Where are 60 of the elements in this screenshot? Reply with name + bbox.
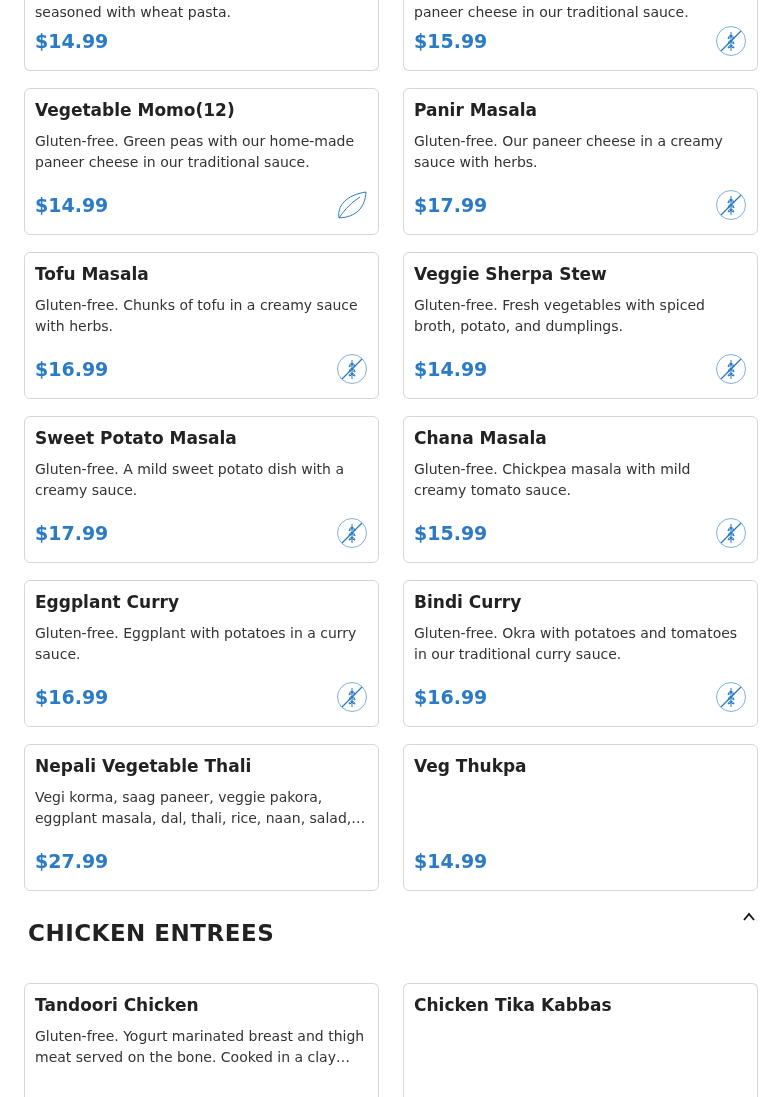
item-name: Tofu Masala: [35, 263, 150, 286]
menu-item-card[interactable]: Bindi Curry Gluten-free. Okra with potatoes and tomatoes in our traditional curry sauce. $16.99: [403, 580, 758, 727]
item-price: $14.99: [35, 28, 109, 54]
item-description: Gluten-free. Chickpea masala with mild creamy tomato sauce.: [414, 460, 692, 500]
menu-item-card[interactable]: Tofu Masala Gluten-free. Chunks of tofu in a creamy sauce with herbs. $16.99: [24, 252, 379, 399]
item-price: $15.99: [414, 520, 488, 546]
item-name: Veggie Sherpa Stew: [414, 263, 608, 286]
item-price: $17.99: [414, 192, 488, 218]
item-price: $14.99: [414, 356, 488, 382]
item-name: Tandoori Chicken: [35, 994, 200, 1017]
gluten-free-icon: [715, 681, 747, 713]
menu-item-card[interactable]: paneer cheese in our traditional sauce. $15.99: [403, 0, 758, 71]
item-price: $16.99: [35, 684, 109, 710]
item-description: Gluten-free. A mild sweet potato dish with a creamy sauce.: [35, 460, 345, 500]
menu-item-card[interactable]: Chicken Tika Kabbas: [403, 983, 758, 1097]
menu-item-card[interactable]: seasoned with wheat pasta. $14.99: [24, 0, 379, 71]
gluten-free-icon: [715, 189, 747, 221]
item-description: Gluten-free. Green peas with our home-made paneer cheese in our traditional sauce.: [35, 132, 356, 172]
item-description: Vegi korma, saag paneer, veggie pakora, eggplant masala, dal, thali, rice, naan, salad,…: [35, 788, 367, 828]
item-description: Gluten-free. Chunks of tofu in a creamy sauce with herbs.: [35, 296, 359, 336]
item-name: Vegetable Momo(12): [35, 99, 236, 122]
item-price: $14.99: [35, 192, 109, 218]
menu-item-card[interactable]: Vegetable Momo(12) Gluten-free. Green peas with our home-made paneer cheese in our traditional sauce. $14.99: [24, 88, 379, 235]
menu-item-card[interactable]: Sweet Potato Masala Gluten-free. A mild sweet potato dish with a creamy sauce. $17.99: [24, 416, 379, 563]
item-price: $27.99: [35, 848, 109, 874]
item-name: Veg Thukpa: [414, 755, 528, 778]
menu-item-card[interactable]: Eggplant Curry Gluten-free. Eggplant with potatoes in a curry sauce. $16.99: [24, 580, 379, 727]
menu-item-card[interactable]: Veggie Sherpa Stew Gluten-free. Fresh vegetables with spiced broth, potato, and dumplings. $14.99: [403, 252, 758, 399]
item-price: $17.99: [35, 520, 109, 546]
item-description: paneer cheese in our traditional sauce.: [414, 3, 690, 22]
menu-item-card[interactable]: Panir Masala Gluten-free. Our paneer cheese in a creamy sauce with herbs. $17.99: [403, 88, 758, 235]
gluten-free-icon: [715, 517, 747, 549]
section-title: CHICKEN ENTREES: [28, 918, 275, 948]
gluten-free-icon: [715, 25, 747, 57]
menu-item-card[interactable]: Veg Thukpa $14.99: [403, 744, 758, 891]
item-description: Gluten-free. Eggplant with potatoes in a curry sauce.: [35, 624, 358, 664]
item-name: Sweet Potato Masala: [35, 427, 238, 450]
item-price: $16.99: [414, 684, 488, 710]
item-price: $16.99: [35, 356, 109, 382]
item-name: Nepali Vegetable Thali: [35, 755, 253, 778]
item-description: Gluten-free. Our paneer cheese in a creamy sauce with herbs.: [414, 132, 724, 172]
gluten-free-icon: [336, 353, 368, 385]
item-price: $15.99: [414, 28, 488, 54]
item-description: Gluten-free. Okra with potatoes and tomatoes in our traditional curry sauce.: [414, 624, 739, 664]
item-name: Chicken Tika Kabbas: [414, 994, 613, 1017]
gluten-free-icon: [336, 681, 368, 713]
item-name: Panir Masala: [414, 99, 538, 122]
item-name: Bindi Curry: [414, 591, 523, 614]
item-description: Gluten-free. Fresh vegetables with spiced broth, potato, and dumplings.: [414, 296, 706, 336]
item-name: Eggplant Curry: [35, 591, 180, 614]
item-description: Gluten-free. Yogurt marinated breast and thigh meat served on the bone. Cooked in a clay…: [35, 1027, 366, 1067]
menu-item-card[interactable]: Chana Masala Gluten-free. Chickpea masala with mild creamy tomato sauce. $15.99: [403, 416, 758, 563]
menu-item-card[interactable]: Tandoori Chicken Gluten-free. Yogurt marinated breast and thigh meat served on the bone. Cooked in a clay…: [24, 983, 379, 1097]
leaf-icon: [336, 190, 368, 220]
item-description: seasoned with wheat pasta.: [35, 3, 233, 22]
gluten-free-icon: [715, 353, 747, 385]
gluten-free-icon: [336, 517, 368, 549]
item-price: $14.99: [414, 848, 488, 874]
menu-item-card[interactable]: Nepali Vegetable Thali Vegi korma, saag paneer, veggie pakora, eggplant masala, dal, thali, rice, naan, salad,… $27.99: [24, 744, 379, 891]
item-name: Chana Masala: [414, 427, 548, 450]
